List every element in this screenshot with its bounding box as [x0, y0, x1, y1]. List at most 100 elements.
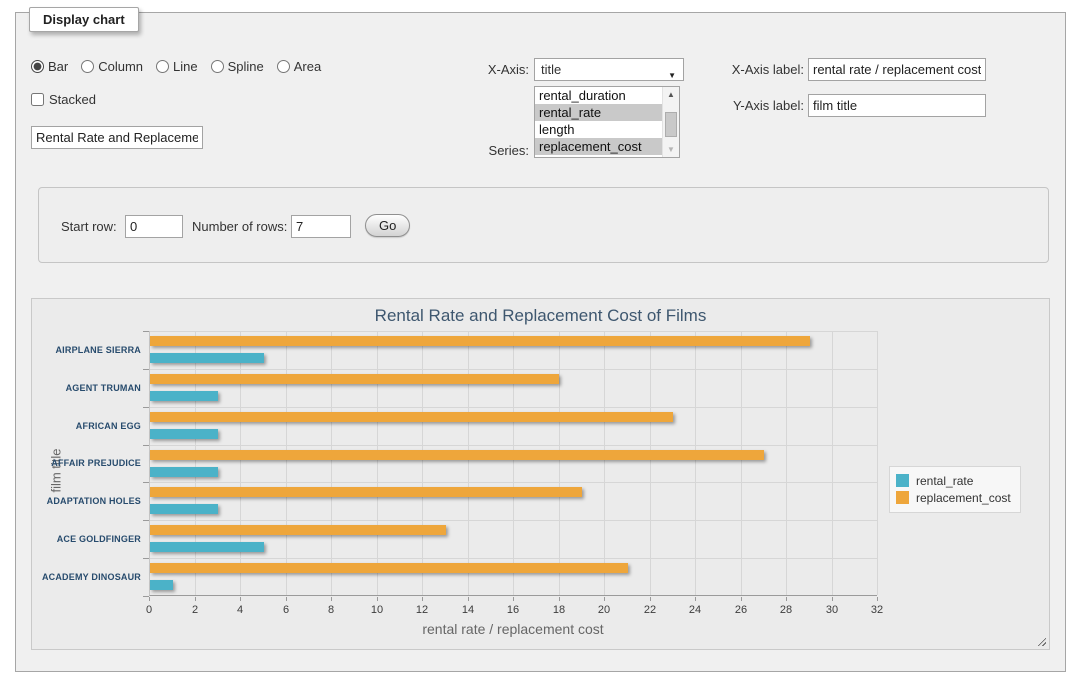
x-tick-label: 32 — [871, 604, 883, 616]
series-listbox[interactable]: rental_durationrental_ratelengthreplacem… — [534, 86, 680, 158]
series-options: rental_durationrental_ratelengthreplacem… — [535, 87, 662, 157]
bar-replacement_cost — [150, 450, 764, 460]
chart-title-input[interactable] — [31, 126, 203, 149]
y-tick — [143, 596, 149, 597]
radio-line[interactable] — [156, 60, 169, 73]
bar-rental_rate — [150, 467, 218, 477]
gridline — [195, 331, 196, 595]
x-tick — [195, 597, 196, 601]
gridline — [695, 331, 696, 595]
x-axis-label-caption: X-Axis label: — [716, 62, 804, 77]
x-tick-label: 6 — [283, 604, 289, 616]
y-tick — [143, 558, 149, 559]
x-tick — [331, 597, 332, 601]
legend-item-rental_rate[interactable]: rental_rate — [896, 472, 1011, 489]
stacked-label: Stacked — [49, 92, 96, 107]
gridline — [150, 520, 877, 521]
x-axis-label-input[interactable] — [808, 58, 986, 81]
plot-area — [149, 331, 877, 596]
series-scrollbar[interactable]: ▲ ▼ — [662, 87, 679, 157]
legend-swatch-icon — [896, 474, 909, 487]
gridline — [150, 369, 877, 370]
y-tick — [143, 520, 149, 521]
bar-replacement_cost — [150, 525, 446, 535]
x-tick-label: 22 — [644, 604, 656, 616]
x-tick-label: 4 — [237, 604, 243, 616]
number-of-rows-caption: Number of rows: — [192, 219, 287, 234]
x-axis-caption: X-Axis: — [449, 62, 529, 77]
chart-type-option-bar[interactable]: Bar — [31, 59, 68, 74]
x-axis-selected-value: title — [541, 62, 561, 77]
x-tick — [513, 597, 514, 601]
gridline — [150, 445, 877, 446]
bar-rental_rate — [150, 391, 218, 401]
category-label: AFFAIR PREJUDICE — [37, 458, 141, 468]
gridline — [331, 331, 332, 595]
row-range-box: Start row: Number of rows: Go — [38, 187, 1049, 263]
x-tick-label: 24 — [689, 604, 701, 616]
x-tick-label: 0 — [146, 604, 152, 616]
x-tick-label: 26 — [735, 604, 747, 616]
x-tick — [832, 597, 833, 601]
chart-type-option-line[interactable]: Line — [156, 59, 198, 74]
bar-replacement_cost — [150, 374, 559, 384]
y-axis-label-caption: Y-Axis label: — [716, 98, 804, 113]
scroll-down-icon[interactable]: ▼ — [663, 142, 679, 157]
y-tick — [143, 331, 149, 332]
y-tick — [143, 445, 149, 446]
chart-type-option-column[interactable]: Column — [81, 59, 143, 74]
radio-label: Column — [98, 59, 143, 74]
go-button[interactable]: Go — [365, 214, 410, 237]
radio-area[interactable] — [277, 60, 290, 73]
bar-rental_rate — [150, 353, 264, 363]
chart-type-option-area[interactable]: Area — [277, 59, 321, 74]
radio-spline[interactable] — [211, 60, 224, 73]
radio-label: Bar — [48, 59, 68, 74]
gridline — [240, 331, 241, 595]
gridline — [513, 331, 514, 595]
start-row-caption: Start row: — [61, 219, 117, 234]
radio-bar[interactable] — [31, 60, 44, 73]
y-axis-label-input[interactable] — [808, 94, 986, 117]
y-tick — [143, 369, 149, 370]
number-of-rows-input[interactable] — [291, 215, 351, 238]
gridline — [422, 331, 423, 595]
radio-label: Area — [294, 59, 321, 74]
series-option-replacement_cost[interactable]: replacement_cost — [535, 138, 662, 155]
gridline — [650, 331, 651, 595]
x-tick — [468, 597, 469, 601]
x-tick-label: 16 — [507, 604, 519, 616]
legend-item-replacement_cost[interactable]: replacement_cost — [896, 489, 1011, 506]
radio-column[interactable] — [81, 60, 94, 73]
x-axis-select[interactable]: title ▼ — [534, 58, 684, 81]
resize-grip-icon[interactable] — [1035, 635, 1046, 646]
display-chart-panel: Display chart BarColumnLineSplineArea St… — [15, 12, 1066, 672]
legend-label: rental_rate — [916, 474, 973, 488]
series-option-length[interactable]: length — [535, 121, 662, 138]
bar-rental_rate — [150, 580, 173, 590]
panel-title: Display chart — [29, 7, 139, 32]
bar-rental_rate — [150, 504, 218, 514]
bar-replacement_cost — [150, 487, 582, 497]
stacked-option[interactable]: Stacked — [31, 92, 96, 107]
scrollbar-thumb[interactable] — [665, 112, 677, 137]
legend-swatch-icon — [896, 491, 909, 504]
chart-container: Rental Rate and Replacement Cost of Film… — [31, 298, 1050, 650]
start-row-input[interactable] — [125, 215, 183, 238]
scroll-up-icon[interactable]: ▲ — [663, 87, 679, 102]
gridline — [286, 331, 287, 595]
gridline — [150, 482, 877, 483]
series-option-rental_rate[interactable]: rental_rate — [535, 104, 662, 121]
x-tick — [377, 597, 378, 601]
y-tick — [143, 482, 149, 483]
chevron-down-icon: ▼ — [668, 65, 676, 86]
gridline — [377, 331, 378, 595]
category-label: AGENT TRUMAN — [37, 383, 141, 393]
series-option-rental_duration[interactable]: rental_duration — [535, 87, 662, 104]
x-tick — [149, 597, 150, 601]
chart-title: Rental Rate and Replacement Cost of Film… — [32, 306, 1049, 326]
gridline — [150, 558, 877, 559]
chart-legend: rental_ratereplacement_cost — [889, 466, 1021, 513]
stacked-checkbox[interactable] — [31, 93, 44, 106]
chart-type-option-spline[interactable]: Spline — [211, 59, 264, 74]
